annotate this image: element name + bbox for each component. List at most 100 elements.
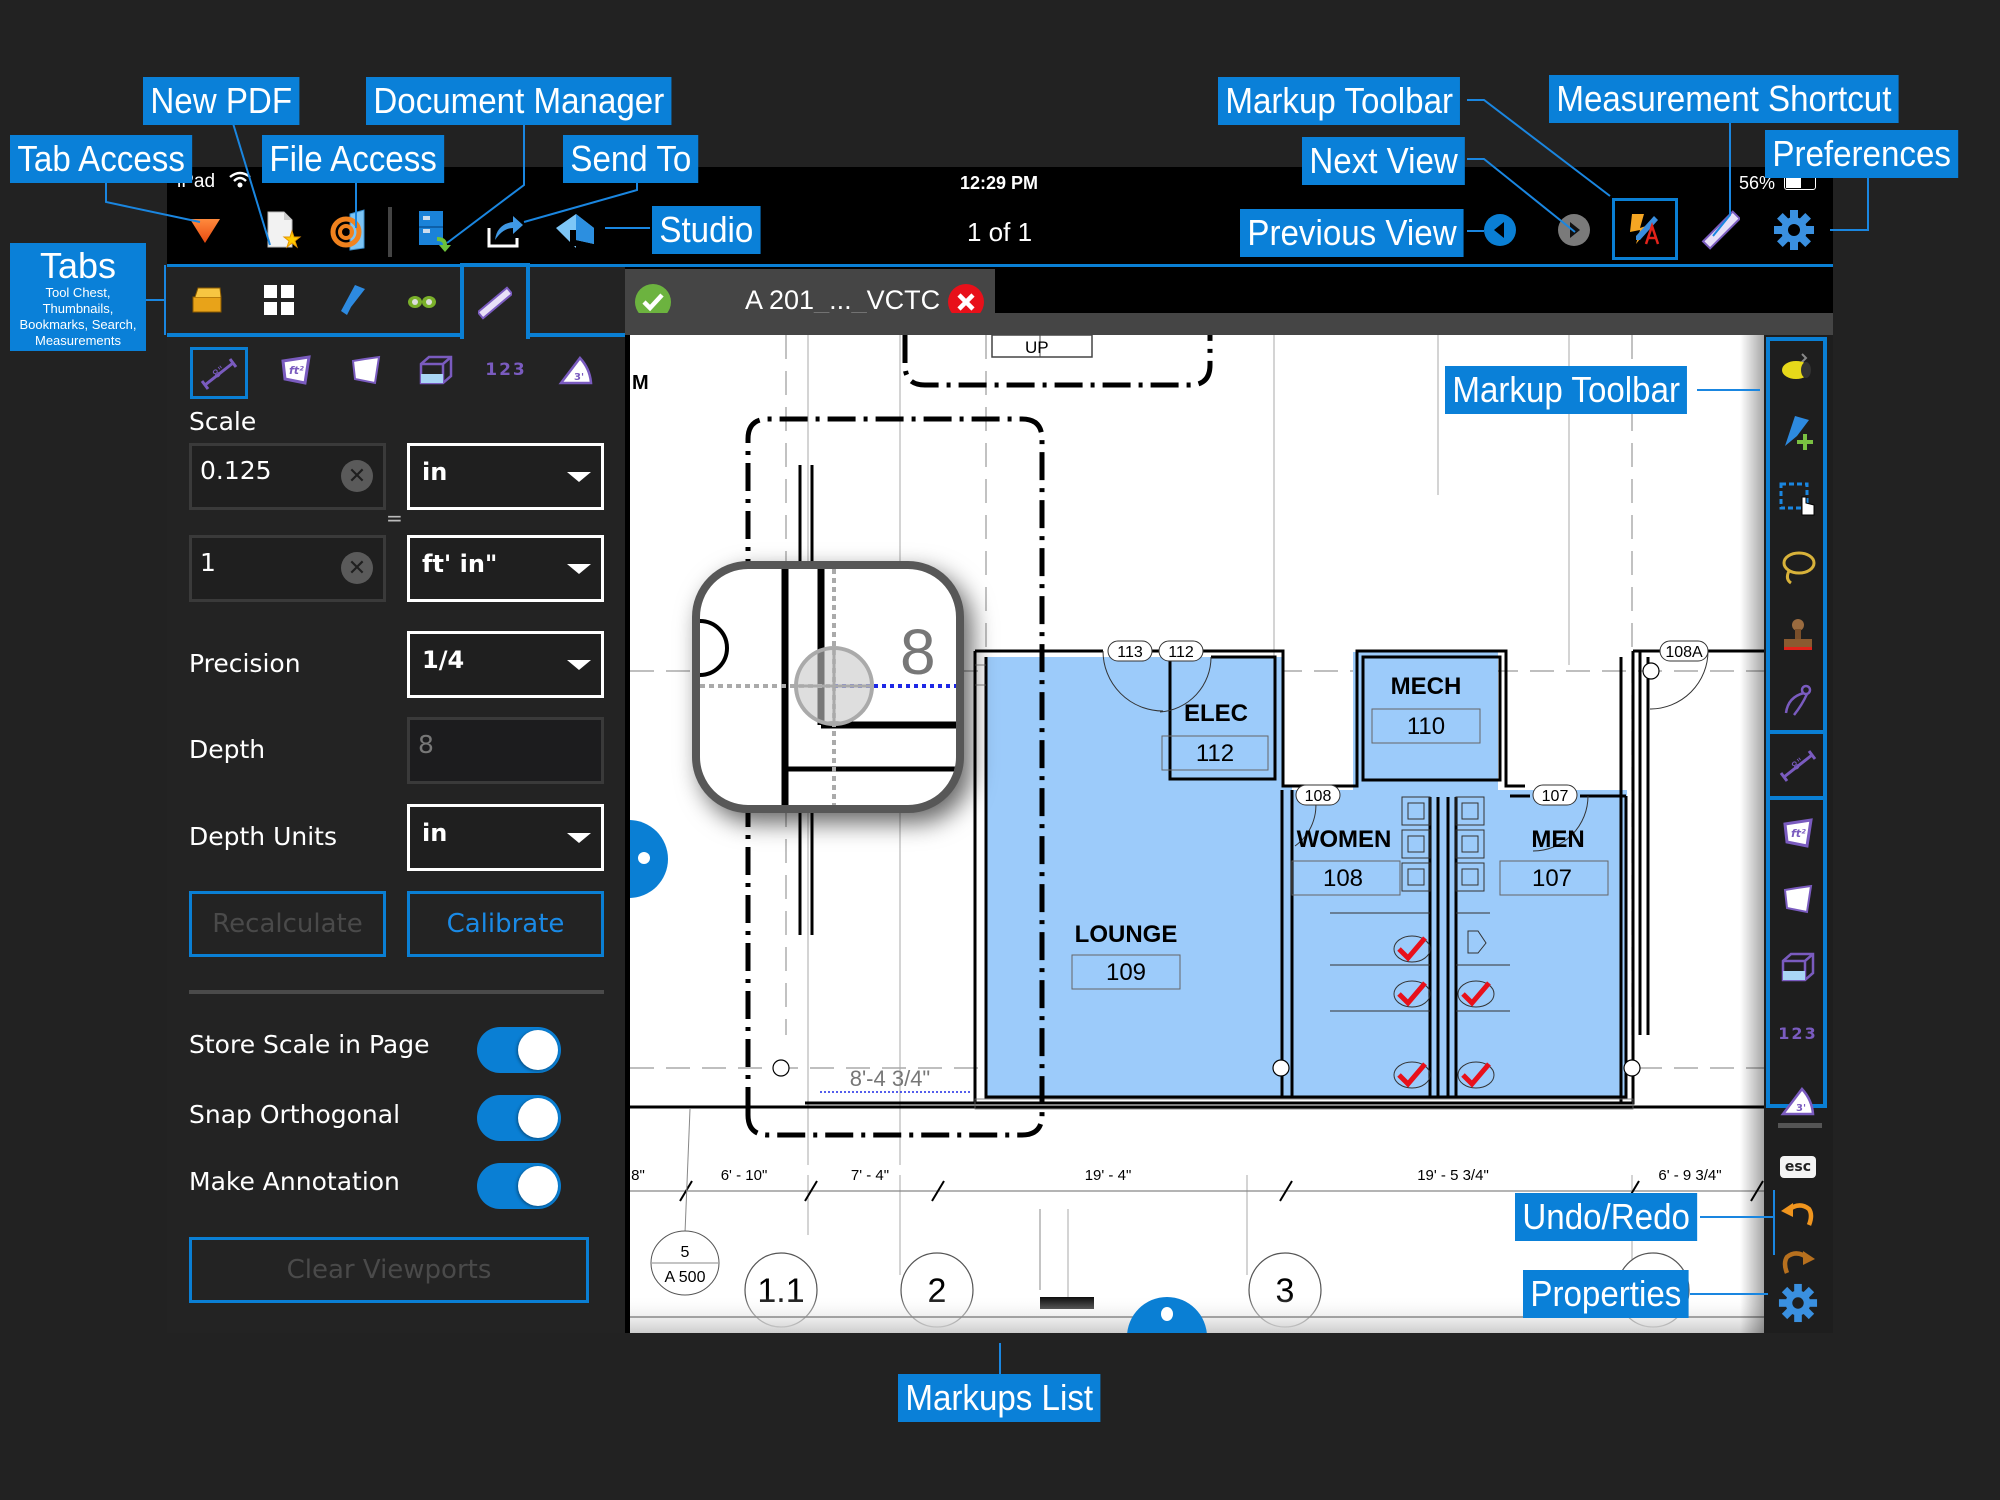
markup-toolbar-toggle[interactable] [1612, 198, 1678, 260]
properties-button[interactable] [1772, 1277, 1824, 1329]
measure-count-tool[interactable]: 123 [480, 347, 532, 393]
studio-icon [556, 214, 594, 248]
new-pdf-button[interactable] [259, 207, 305, 253]
page-indicator: 1 of 1 [967, 217, 1033, 247]
tab-access-icon [190, 219, 220, 243]
next-view-icon [1558, 214, 1590, 246]
callout-document-manager: Document Manager [366, 77, 672, 125]
undo-icon [1781, 1203, 1814, 1226]
scale-value-1-input[interactable]: 0.125 ✕ [189, 443, 386, 510]
tab-search[interactable] [392, 275, 452, 325]
clear-scale-2-icon[interactable]: ✕ [341, 552, 373, 584]
callout-measurement-shortcut: Measurement Shortcut [1549, 75, 1899, 123]
depth-units-select[interactable]: in [407, 804, 604, 871]
bookmark-icon [341, 285, 365, 315]
angle-measure-icon: 3' [1780, 1087, 1815, 1116]
studio-button[interactable] [552, 207, 598, 253]
clear-viewports-button[interactable]: Clear Viewports [189, 1237, 589, 1303]
markup-toolbar: 8" ft² 123 3' esc [1764, 335, 1833, 1333]
pdf-drawing-canvas[interactable]: UP M 113 112 114 108 107 108A [630, 335, 1764, 1333]
svg-text:ft²: ft² [1791, 827, 1806, 840]
snap-orthogonal-toggle[interactable] [477, 1095, 561, 1141]
calipers-tool[interactable] [1772, 675, 1824, 727]
depth-input[interactable]: 8 [407, 717, 604, 784]
treasure-chest-icon [192, 287, 222, 313]
document-manager-button[interactable] [412, 207, 458, 253]
depth-placeholder: 8 [418, 730, 434, 759]
svg-text:5: 5 [681, 1244, 690, 1261]
undo-button[interactable] [1772, 1187, 1824, 1239]
chevron-down-icon [567, 472, 591, 482]
door-tag: 113 [1107, 640, 1153, 662]
markup-toolbar-icon [1630, 214, 1660, 245]
file-access-button[interactable] [325, 207, 371, 253]
scale-unit-2-select[interactable]: ft' in" [407, 535, 604, 602]
callout-markup-toolbar-top: Markup Toolbar [1218, 77, 1461, 125]
send-to-button[interactable] [482, 207, 528, 253]
ruler-icon [478, 286, 512, 320]
perimeter-measure-tool[interactable] [1772, 873, 1824, 925]
length-measure-tool[interactable]: 8" [1772, 739, 1824, 791]
select-icon [1779, 482, 1815, 516]
tab-tool-chest[interactable] [177, 275, 237, 325]
scale-value-2-text: 1 [200, 548, 216, 577]
svg-text:113: 113 [1117, 644, 1143, 661]
tab-thumbnails[interactable] [249, 275, 309, 325]
recalculate-button[interactable]: Recalculate [189, 891, 386, 957]
tab-access-button[interactable] [182, 207, 228, 253]
measure-perimeter-tool[interactable] [340, 347, 392, 393]
edge-letter: M [632, 372, 649, 394]
volume-measure-icon [1781, 952, 1815, 982]
dimension-label: 6' - 10" [721, 1167, 768, 1184]
measurement-ruler-icon [1701, 210, 1740, 250]
calipers-icon [1784, 684, 1812, 716]
length-measure-icon: 8" [200, 358, 238, 390]
preferences-gear-icon [1774, 210, 1814, 250]
scale-value-2-input[interactable]: 1 ✕ [189, 535, 386, 602]
esc-button[interactable]: esc [1772, 1141, 1824, 1193]
count-measure-tool[interactable]: 123 [1772, 1007, 1824, 1059]
document-title: A 201_..._VCTC [745, 285, 941, 315]
angle-measure-tool[interactable]: 3' [1772, 1075, 1824, 1127]
make-annotation-toggle[interactable] [477, 1163, 561, 1209]
add-bookmark-icon [1785, 416, 1813, 450]
clear-scale-1-icon[interactable]: ✕ [341, 460, 373, 492]
room-number-elec: 112 [1196, 740, 1234, 767]
depth-label: Depth [189, 735, 266, 764]
precision-select[interactable]: 1/4 [407, 631, 604, 698]
calibrate-button[interactable]: Calibrate [407, 891, 604, 957]
chevron-down-icon [567, 833, 591, 843]
callout-markup-toolbar-side: Markup Toolbar [1445, 366, 1688, 414]
svg-text:3': 3' [574, 372, 584, 383]
svg-text:108A: 108A [1665, 644, 1703, 661]
toolbar-separator [1778, 1123, 1822, 1128]
measure-volume-tool[interactable] [410, 347, 462, 393]
volume-measure-tool[interactable] [1772, 941, 1824, 993]
scale-unit-1-select[interactable]: in [407, 443, 604, 510]
precision-label: Precision [189, 649, 301, 678]
tab-measurements[interactable] [460, 263, 530, 339]
chevron-down-icon [567, 660, 591, 670]
loupe-content: 8 [700, 569, 956, 805]
store-scale-toggle[interactable] [477, 1027, 561, 1073]
measure-length-tool[interactable]: 8" [190, 347, 248, 399]
highlighter-tool[interactable] [1772, 341, 1824, 393]
callout-properties: Properties [1523, 1270, 1689, 1318]
next-view-button[interactable] [1551, 207, 1597, 253]
lasso-tool[interactable] [1772, 541, 1824, 593]
toggle-label-snap-orthogonal: Snap Orthogonal [189, 1100, 401, 1129]
room-number-mech: 110 [1407, 713, 1445, 740]
previous-view-button[interactable] [1477, 207, 1523, 253]
preferences-button[interactable] [1771, 207, 1817, 253]
measure-angle-tool[interactable]: 3' [550, 347, 602, 393]
handle-dot [638, 852, 650, 864]
add-bookmark-tool[interactable] [1772, 407, 1824, 459]
select-tool[interactable] [1772, 475, 1824, 527]
measure-area-tool[interactable]: ft² [270, 347, 322, 393]
area-measure-tool[interactable]: ft² [1772, 807, 1824, 859]
room-number-lounge: 109 [1106, 959, 1146, 986]
measurement-shortcut-button[interactable] [1697, 207, 1743, 253]
stamp-tool[interactable] [1772, 609, 1824, 661]
tab-bookmarks[interactable] [322, 275, 382, 325]
length-measure-icon: 8" [1779, 750, 1817, 782]
